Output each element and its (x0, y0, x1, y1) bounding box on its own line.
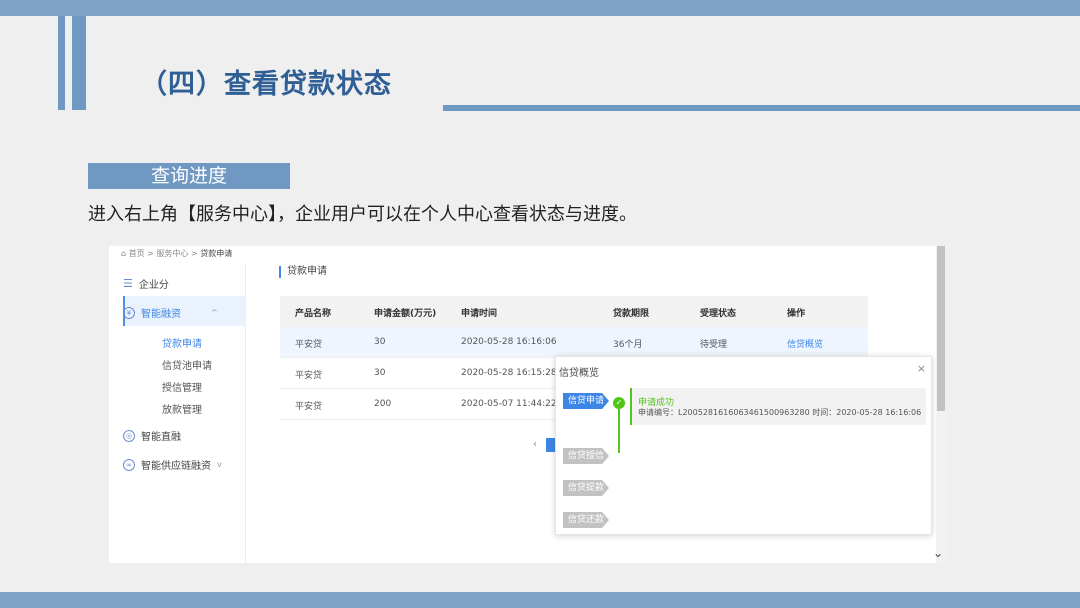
sliders-icon: ☰ (123, 277, 133, 290)
sidebar: ☰ 企业分 ¥ 智能融资 ^ 贷款申请 信贷池申请 授信管理 放款管理 ◎ 智能… (109, 264, 246, 563)
column-header: 产品名称 (295, 309, 332, 319)
sidebar-item-direct-financing[interactable]: ◎ 智能直融 (123, 428, 181, 443)
column-header: 申请金额(万元) (374, 309, 437, 319)
slide-description: 进入右上角【服务中心】，企业用户可以在个人中心查看状态与进度。 (88, 204, 637, 225)
title-decor-bar-thin (58, 16, 65, 110)
column-header: 申请时间 (461, 309, 498, 319)
sidebar-item-label: 智能直融 (141, 432, 181, 443)
breadcrumb-current: 贷款申请 (200, 249, 233, 258)
coin-icon: ◎ (123, 429, 135, 442)
section-tag: 查询进度 (88, 163, 290, 189)
sidebar-subitem-credit-management[interactable]: 授信管理 (162, 379, 202, 394)
chevron-down-icon: v (217, 460, 222, 469)
step-credit-repayment[interactable]: 信贷还款 (563, 512, 609, 528)
application-detail: 申请编号：L20052816160634615009632​80 时间：2020… (638, 408, 922, 417)
yuan-icon: ¥ (123, 306, 135, 319)
panel-title: 贷款申请 (279, 266, 327, 278)
check-icon: ✓ (613, 397, 625, 409)
chevron-up-icon: ^ (211, 308, 218, 317)
home-icon: ⌂ (121, 249, 127, 258)
table-cell: 平安贷 (295, 340, 323, 350)
bottom-decor-bar (0, 592, 1080, 608)
title-underline (443, 105, 1080, 111)
screenshot-frame: ⌂ 首页 > 服务中心 > 贷款申请 ☰ 企业分 ¥ 智能融资 ^ 贷款申请 信… (109, 246, 946, 563)
sidebar-item-label: 企业分 (138, 280, 169, 291)
breadcrumb-service[interactable]: 服务中心 (156, 249, 188, 258)
credit-overview-link[interactable]: 信贷概览 (787, 337, 823, 350)
sidebar-item-supply-chain[interactable]: ∞ 智能供应链融资 v (123, 457, 222, 472)
pager-prev-button[interactable]: ‹ (533, 439, 537, 450)
scrollbar-thumb[interactable] (937, 246, 945, 411)
column-header: 受理状态 (700, 309, 737, 319)
breadcrumb-home[interactable]: 首页 (129, 249, 145, 258)
progress-line (618, 409, 620, 453)
title-decor-bar-thick (72, 16, 86, 110)
breadcrumb-separator: > (190, 249, 198, 258)
table-cell: 200 (374, 399, 392, 409)
table-header-row: 产品名称 申请金额(万元) 申请时间 贷款期限 受理状态 操作 (280, 296, 868, 327)
scrollbar-track[interactable] (936, 246, 946, 563)
sidebar-item-smart-financing[interactable]: ¥ 智能融资 ^ (123, 305, 218, 320)
table-cell: 30 (374, 337, 386, 347)
step-credit-application[interactable]: 信贷申请 (563, 393, 609, 409)
column-header: 贷款期限 (613, 309, 650, 319)
top-decor-bar (0, 0, 1080, 16)
slide-title: （四）查看贷款状态 (140, 69, 392, 100)
table-row: 平安贷 30 2020-05-28 16:16:06 36个月 待受理 信贷概览 (280, 327, 868, 358)
credit-overview-popup: 信贷概览 × 信贷申请 信贷授信 信贷提款 信贷还款 ✓ 申请成功 申请编号：L… (555, 356, 932, 535)
sidebar-item-enterprise-score[interactable]: ☰ 企业分 (123, 276, 169, 291)
table-cell: 待受理 (700, 340, 728, 350)
application-status-box: 申请成功 申请编号：L20052816160634615009632​80 时间… (630, 388, 926, 425)
step-credit-withdrawal[interactable]: 信贷提款 (563, 480, 609, 496)
sidebar-subitem-credit-pool[interactable]: 信贷池申请 (162, 357, 212, 372)
scroll-down-icon[interactable]: ⌄ (933, 546, 943, 560)
sidebar-subitem-disbursement[interactable]: 放款管理 (162, 401, 202, 416)
table-cell: 平安贷 (295, 371, 323, 381)
popup-title: 信贷概览 (559, 368, 599, 379)
table-cell: 2020-05-28 16:15:28 (461, 368, 557, 378)
breadcrumb: ⌂ 首页 > 服务中心 > 贷款申请 (121, 248, 232, 259)
table-cell: 平安贷 (295, 402, 323, 412)
step-credit-granting[interactable]: 信贷授信 (563, 448, 609, 464)
chain-icon: ∞ (123, 458, 135, 471)
table-cell: 2020-05-28 16:16:06 (461, 337, 557, 347)
breadcrumb-separator: > (147, 249, 154, 258)
table-cell: 2020-05-07 11:44:22 (461, 399, 557, 409)
column-header: 操作 (787, 309, 806, 319)
table-cell: 30 (374, 368, 386, 378)
sidebar-subitem-loan-application[interactable]: 贷款申请 (162, 335, 202, 350)
sidebar-item-label: 智能融资 (141, 309, 181, 320)
close-icon[interactable]: × (917, 362, 926, 375)
table-cell: 36个月 (613, 340, 643, 350)
sidebar-item-label: 智能供应链融资 (141, 461, 211, 472)
